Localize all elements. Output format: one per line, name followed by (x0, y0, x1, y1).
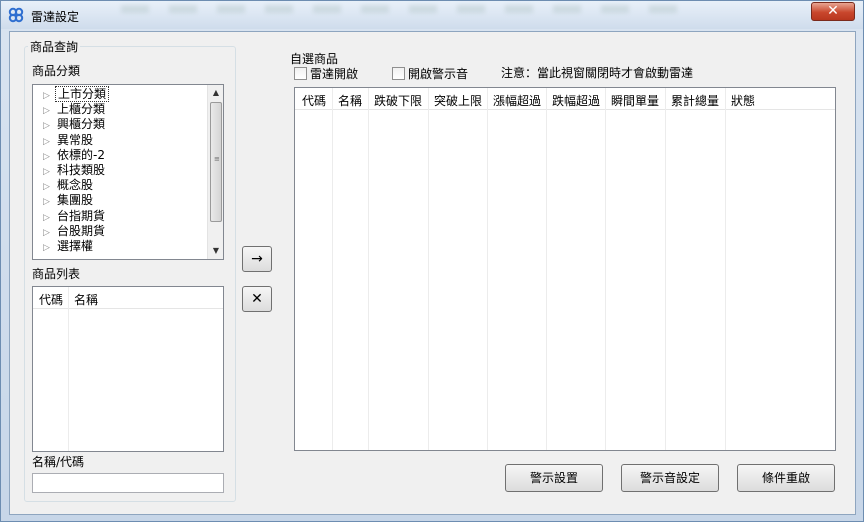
col-header-rise-over[interactable]: 漲幅超過 (493, 92, 541, 109)
window-title: 雷達設定 (31, 10, 80, 24)
scroll-thumb[interactable]: ≡ (210, 102, 222, 222)
col-header-status[interactable]: 狀態 (731, 92, 755, 109)
col-header-code[interactable]: 代碼 (302, 92, 326, 109)
column-divider (368, 88, 369, 450)
column-divider (725, 88, 726, 450)
product-list-header: 代碼 名稱 (33, 287, 223, 309)
category-label: 商品分類 (32, 64, 81, 78)
product-query-title: 商品查詢 (28, 40, 81, 54)
column-divider (546, 88, 547, 450)
col-header-lower-break[interactable]: 跌破下限 (374, 92, 422, 109)
background-ghost (121, 5, 681, 13)
col-header-name[interactable]: 名稱 (74, 291, 98, 308)
category-tree[interactable]: ▷ 上市分類 ▷ 上櫃分類 ▷ 興櫃分類 ▷ 異常股 ▷ 依標的-2 ▷ 科技類股 ▷ 概念股 ▷ 集團股 ▷ 台… (32, 84, 224, 260)
radar-enable-checkbox[interactable] (294, 67, 307, 80)
col-header-code[interactable]: 代碼 (39, 291, 63, 308)
sound-enable-label[interactable]: 開啟警示音 (408, 67, 468, 81)
search-label: 名稱/代碼 (32, 455, 85, 469)
category-tree-label: 上市分類 (55, 86, 110, 102)
column-divider (332, 88, 333, 450)
category-tree-label: 依標的-2 (57, 147, 105, 162)
category-tree-label: 選擇權 (57, 239, 94, 253)
category-tree-item[interactable]: ▷ 概念股 (43, 178, 95, 193)
search-input[interactable] (32, 473, 224, 493)
category-tree-item[interactable]: ▷ 台指期貨 (43, 209, 107, 224)
column-divider (428, 88, 429, 450)
title-bar[interactable]: 雷達設定 ✕ (1, 1, 863, 29)
col-header-name[interactable]: 名稱 (338, 92, 362, 109)
col-header-fall-over[interactable]: 跌幅超過 (552, 92, 600, 109)
radar-settings-window: 雷達設定 ✕ 商品查詢 商品分類 ▷ 上市分類 ▷ 上櫃分類 ▷ 興櫃分類 ▷ 異常股 ▷ 依標的… (0, 0, 864, 522)
category-tree-item[interactable]: ▷ 異常股 (43, 133, 95, 148)
grip-icon: ≡ (214, 155, 220, 163)
sound-settings-button[interactable]: 警示音設定 (621, 464, 719, 492)
alert-settings-button[interactable]: 警示設置 (505, 464, 603, 492)
product-list-label: 商品列表 (32, 267, 81, 281)
category-scrollbar[interactable]: ▲ ≡ ▼ (207, 85, 223, 259)
watchlist-title: 自選商品 (290, 52, 339, 66)
col-header-total-volume[interactable]: 累計總量 (671, 92, 719, 109)
app-logo-icon (8, 7, 24, 23)
category-tree-label: 上櫃分類 (57, 102, 106, 117)
watchlist-grid[interactable]: 代碼 名稱 跌破下限 突破上限 漲幅超過 跌幅超過 瞬間單量 累計總量 狀態 (294, 87, 836, 451)
category-tree-item[interactable]: ▷ 興櫃分類 (43, 117, 107, 132)
category-tree-label: 台指期貨 (57, 208, 106, 223)
remove-from-watchlist-button[interactable]: ✕ (242, 286, 272, 312)
column-divider (487, 88, 488, 450)
category-tree-label: 集團股 (57, 193, 94, 208)
notice-text: 注意：當此視窗關閉時才會啟動雷達 (501, 66, 694, 80)
category-tree-item[interactable]: ▷ 集團股 (43, 193, 95, 208)
category-tree-label: 科技類股 (57, 163, 106, 177)
remove-icon: ✕ (251, 291, 263, 307)
add-to-watchlist-button[interactable]: → (242, 246, 272, 272)
close-button[interactable]: ✕ (811, 2, 855, 21)
watchlist-header: 代碼 名稱 跌破下限 突破上限 漲幅超過 跌幅超過 瞬間單量 累計總量 狀態 (295, 88, 835, 110)
category-tree-label: 異常股 (57, 132, 94, 147)
expand-arrow-icon[interactable]: ▷ (43, 241, 55, 256)
column-divider (68, 287, 69, 451)
col-header-instant-volume[interactable]: 瞬間單量 (611, 92, 659, 109)
category-tree-label: 概念股 (57, 178, 94, 193)
category-tree-item[interactable]: ▷ 依標的-2 (43, 148, 107, 163)
column-divider (665, 88, 666, 450)
reset-conditions-button[interactable]: 條件重啟 (737, 464, 835, 492)
radar-enable-label[interactable]: 雷達開啟 (310, 67, 358, 81)
dialog-body: 商品查詢 商品分類 ▷ 上市分類 ▷ 上櫃分類 ▷ 興櫃分類 ▷ 異常股 ▷ 依標的-2 ▷ 科技類股… (9, 31, 856, 515)
product-list[interactable]: 代碼 名稱 (32, 286, 224, 452)
category-tree-item[interactable]: ▷ 選擇權 (43, 239, 95, 254)
scroll-down-icon[interactable]: ▼ (208, 243, 224, 259)
category-tree-item[interactable]: ▷ 台股期貨 (43, 224, 107, 239)
category-tree-label: 台股期貨 (57, 223, 106, 238)
col-header-upper-break[interactable]: 突破上限 (434, 92, 482, 109)
scroll-up-icon[interactable]: ▲ (208, 85, 224, 101)
close-icon: ✕ (827, 3, 839, 19)
arrow-right-icon: → (251, 251, 263, 267)
category-tree-label: 興櫃分類 (57, 117, 106, 132)
sound-enable-checkbox[interactable] (392, 67, 405, 80)
category-tree-item[interactable]: ▷ 上櫃分類 (43, 102, 107, 117)
category-tree-item[interactable]: ▷ 上市分類 (43, 86, 110, 102)
column-divider (605, 88, 606, 450)
category-tree-item[interactable]: ▷ 科技類股 (43, 163, 107, 178)
